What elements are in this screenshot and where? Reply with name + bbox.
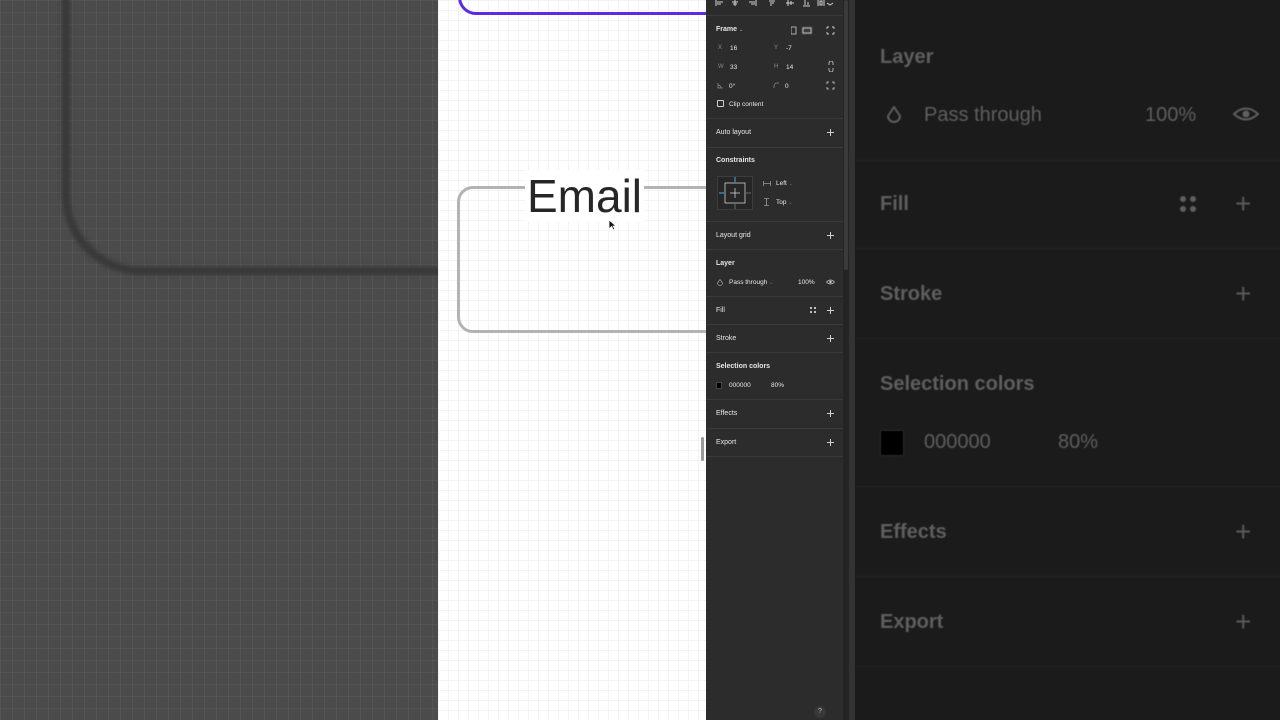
zoomed-opacity: 100%: [1145, 104, 1197, 126]
color-swatch[interactable]: [716, 382, 722, 389]
add-export-icon[interactable]: [826, 438, 836, 448]
align-left-icon[interactable]: [715, 0, 723, 6]
divider: [706, 324, 843, 325]
zoomed-blend-icon: [886, 106, 902, 123]
corner-radius-input[interactable]: 0: [785, 83, 789, 90]
styles-grid-icon[interactable]: [809, 306, 817, 314]
divider: [706, 428, 843, 429]
alignment-toolbar: [715, 0, 834, 7]
divider: [706, 15, 843, 16]
align-middle-v-icon[interactable]: [786, 0, 794, 6]
align-right-icon[interactable]: [749, 0, 757, 6]
horizontal-constraint-icon: [763, 181, 771, 186]
zoomed-effects-title: Effects: [880, 521, 947, 543]
height-input[interactable]: 14: [786, 64, 793, 71]
x-label: X: [718, 45, 723, 51]
frame-section-title[interactable]: Frame ⌄: [716, 26, 743, 33]
mouse-cursor-icon: [608, 219, 617, 231]
help-button[interactable]: ?: [814, 706, 826, 718]
vertical-constraint-select[interactable]: Top ⌄: [776, 199, 793, 206]
divider: [706, 118, 843, 119]
zoomed-export-title: Export: [880, 611, 944, 633]
layer-opacity-input[interactable]: 100%: [798, 279, 815, 286]
selection-color-opacity[interactable]: 80%: [771, 382, 784, 389]
constraints-title: Constraints: [716, 157, 755, 164]
design-canvas[interactable]: Email: [438, 0, 706, 720]
blend-mode-icon: [717, 279, 723, 286]
divider: [706, 399, 843, 400]
layer-title: Layer: [716, 260, 735, 267]
auto-layout-title: Auto layout: [716, 129, 752, 136]
blend-mode-select[interactable]: Pass through ⌄: [729, 279, 773, 286]
background-zoomed-panel: Layer Pass through 100% Fill + Stroke + …: [849, 0, 1280, 720]
zoomed-blend-mode: Pass through: [924, 104, 1042, 126]
clip-content-label: Clip content: [729, 101, 764, 108]
layout-grid-title: Layout grid: [716, 232, 751, 239]
horizontal-constraint-select[interactable]: Left ⌄: [776, 180, 793, 187]
add-fill-icon[interactable]: [826, 306, 836, 316]
zoomed-eye-icon: [1233, 107, 1259, 121]
divider: [706, 352, 843, 353]
export-title: Export: [716, 439, 737, 446]
distribute-icon[interactable]: [817, 0, 834, 6]
zoomed-stroke-title: Stroke: [880, 283, 943, 305]
y-input[interactable]: -7: [786, 45, 792, 52]
canvas-scrollbar[interactable]: [701, 437, 704, 461]
frame-orientation-controls: [791, 26, 835, 35]
zoomed-selection-colors-title: Selection colors: [880, 373, 1035, 395]
properties-panel: Frame ⌄ X 16 Y -7 W 33 H 14 0° 0 Clip co…: [706, 0, 843, 720]
rotation-input[interactable]: 0°: [729, 83, 735, 90]
align-top-icon[interactable]: [769, 0, 775, 6]
divider: [706, 147, 843, 148]
constraints-widget[interactable]: [717, 176, 753, 210]
clip-content-checkbox[interactable]: [717, 100, 724, 107]
eye-icon[interactable]: [826, 279, 835, 285]
selection-color-hex[interactable]: 000000: [729, 382, 751, 389]
w-label: W: [718, 64, 724, 70]
add-effect-icon[interactable]: [826, 409, 836, 419]
zoomed-grid-icon: [1180, 196, 1196, 212]
zoomed-plus-icon: +: [1235, 278, 1252, 309]
zoomed-swatch: [880, 430, 904, 456]
divider: [706, 221, 843, 222]
add-layout-grid-icon[interactable]: [826, 231, 836, 241]
zoomed-plus-icon: +: [1235, 188, 1252, 219]
corner-radius-icon: [773, 82, 779, 88]
purple-frame-outline[interactable]: [458, 0, 706, 15]
divider: [706, 296, 843, 297]
align-bottom-icon[interactable]: [803, 0, 810, 7]
add-stroke-icon[interactable]: [826, 334, 836, 344]
email-label-text[interactable]: Email: [525, 170, 645, 222]
zoomed-color-opacity: 80%: [1058, 431, 1099, 453]
divider: [706, 249, 843, 250]
zoomed-fill-title: Fill: [880, 193, 909, 215]
zoomed-hex: 000000: [924, 431, 991, 453]
width-input[interactable]: 33: [730, 64, 737, 71]
effects-title: Effects: [716, 410, 738, 417]
x-input[interactable]: 16: [730, 45, 737, 52]
portrait-icon[interactable]: [791, 26, 797, 35]
background-canvas-left: [0, 0, 438, 720]
zoomed-plus-icon: +: [1235, 606, 1252, 637]
resize-to-fit-icon[interactable]: [826, 26, 835, 35]
stroke-title: Stroke: [716, 335, 737, 342]
zoomed-layer-title: Layer: [880, 46, 934, 68]
divider: [706, 456, 843, 457]
blurred-frame-outline: [62, 0, 438, 275]
independent-corners-icon[interactable]: [826, 81, 835, 90]
zoomed-plus-icon: +: [1235, 516, 1252, 547]
y-label: Y: [774, 45, 779, 51]
h-label: H: [774, 64, 779, 70]
align-center-h-icon[interactable]: [732, 0, 738, 6]
fill-title: Fill: [716, 307, 725, 314]
add-auto-layout-icon[interactable]: [826, 128, 836, 138]
vertical-constraint-icon: [764, 198, 769, 206]
constrain-proportions-icon[interactable]: [827, 61, 835, 72]
selection-colors-title: Selection colors: [716, 363, 771, 370]
rotation-icon: [717, 83, 723, 89]
